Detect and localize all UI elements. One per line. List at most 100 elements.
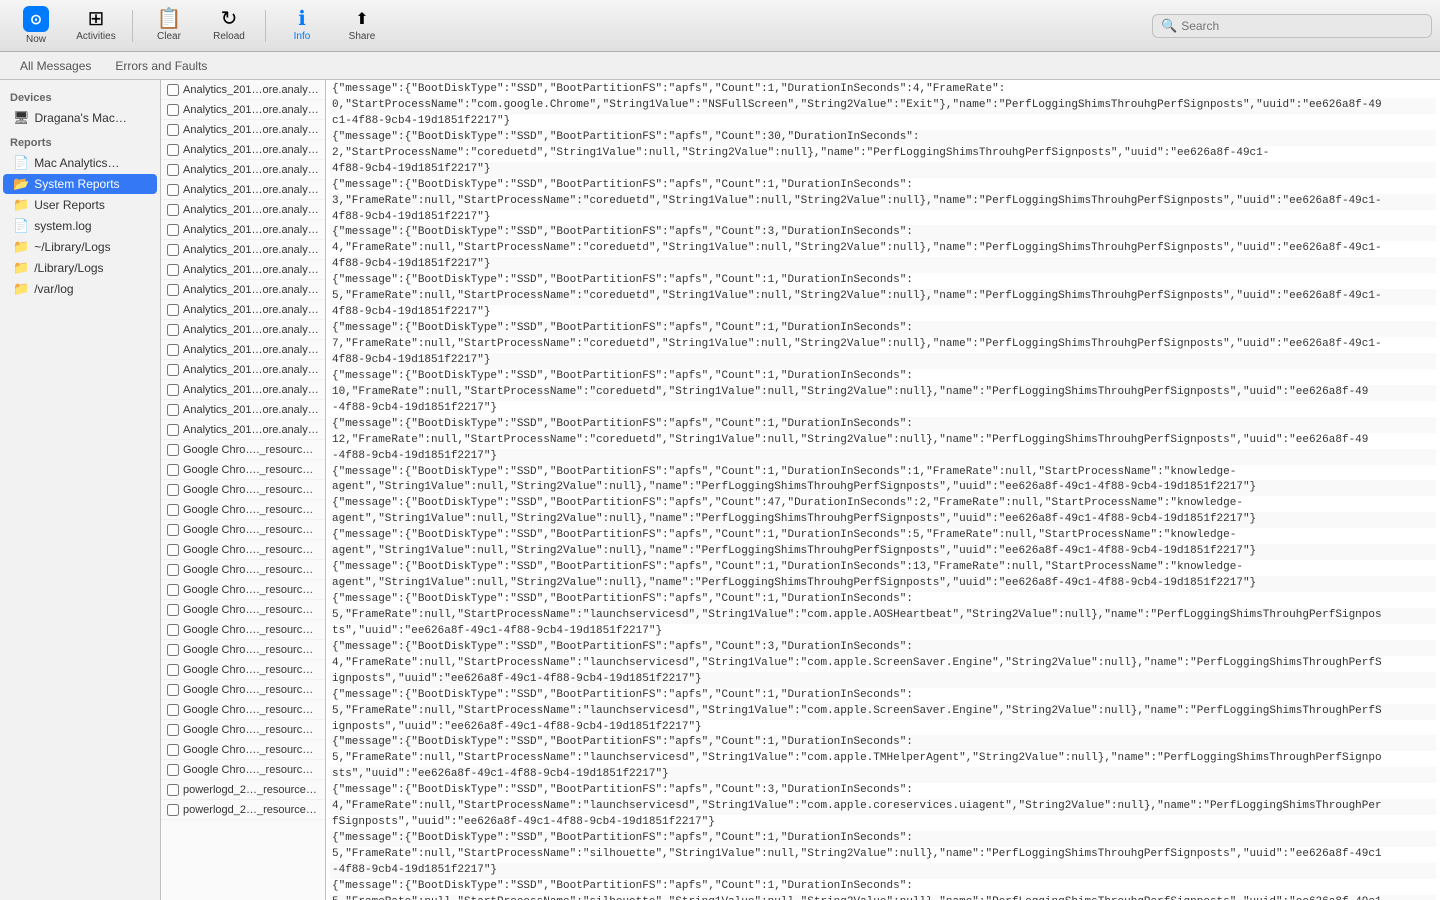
- sidebar-item-system-log[interactable]: 📄 system.log: [3, 216, 157, 236]
- file-row[interactable]: Analytics_201…ore.analytics: [161, 180, 325, 200]
- file-checkbox[interactable]: [167, 164, 179, 176]
- file-row[interactable]: Analytics_201…ore.analytics: [161, 240, 325, 260]
- file-row[interactable]: Analytics_201…ore.analytics: [161, 140, 325, 160]
- file-checkbox[interactable]: [167, 444, 179, 456]
- sidebar-item-var-log[interactable]: 📁 /var/log: [3, 279, 157, 299]
- filter-tab-errors[interactable]: Errors and Faults: [103, 56, 219, 76]
- file-checkbox[interactable]: [167, 804, 179, 816]
- file-row[interactable]: Analytics_201…ore.analytics: [161, 360, 325, 380]
- clear-button[interactable]: 📋 Clear: [141, 4, 197, 48]
- activities-button[interactable]: ⊞ Activities: [68, 4, 124, 48]
- sidebar-item-library-logs-tilde[interactable]: 📁 ~/Library/Logs: [3, 237, 157, 257]
- file-row[interactable]: Analytics_201…ore.analytics: [161, 340, 325, 360]
- file-name: Google Chro…._resource.diag: [183, 604, 319, 616]
- file-row[interactable]: Analytics_201…ore.analytics: [161, 400, 325, 420]
- file-row[interactable]: Analytics_201…ore.analytics: [161, 280, 325, 300]
- file-checkbox[interactable]: [167, 304, 179, 316]
- file-row[interactable]: Google Chro…._resource.diag: [161, 500, 325, 520]
- reload-button[interactable]: ↻ Reload: [201, 4, 257, 48]
- file-checkbox[interactable]: [167, 584, 179, 596]
- file-row[interactable]: Google Chro…._resource.diag: [161, 680, 325, 700]
- file-checkbox[interactable]: [167, 484, 179, 496]
- sidebar-item-system-reports[interactable]: 📂 System Reports: [3, 174, 157, 194]
- file-checkbox[interactable]: [167, 324, 179, 336]
- file-row[interactable]: Google Chro…._resource.diag: [161, 700, 325, 720]
- share-button[interactable]: ⬆ Share: [334, 4, 390, 48]
- file-checkbox[interactable]: [167, 264, 179, 276]
- file-row[interactable]: Google Chro…._resource.diag: [161, 600, 325, 620]
- file-checkbox[interactable]: [167, 464, 179, 476]
- file-checkbox[interactable]: [167, 344, 179, 356]
- file-row[interactable]: Google Chro…._resource.diag: [161, 480, 325, 500]
- file-row[interactable]: Analytics_201…ore.analytics: [161, 220, 325, 240]
- file-checkbox[interactable]: [167, 404, 179, 416]
- file-row[interactable]: Analytics_201…ore.analytics: [161, 200, 325, 220]
- sidebar-item-mac-analytics[interactable]: 📄 Mac Analytics…: [3, 153, 157, 173]
- file-checkbox[interactable]: [167, 184, 179, 196]
- file-row[interactable]: powerlogd_2…_resource.diag: [161, 780, 325, 800]
- file-row[interactable]: Google Chro…._resource.diag: [161, 640, 325, 660]
- file-checkbox[interactable]: [167, 704, 179, 716]
- file-row[interactable]: Analytics_201…ore.analytics: [161, 120, 325, 140]
- file-checkbox[interactable]: [167, 764, 179, 776]
- file-checkbox[interactable]: [167, 224, 179, 236]
- log-line: {"message":{"BootDiskType":"SSD","BootPa…: [330, 225, 1436, 241]
- file-row[interactable]: Google Chro…._resource.diag: [161, 460, 325, 480]
- file-row[interactable]: Analytics_201…ore.analytics: [161, 380, 325, 400]
- file-checkbox[interactable]: [167, 644, 179, 656]
- file-row[interactable]: Google Chro…._resource.diag: [161, 760, 325, 780]
- file-row[interactable]: Analytics_201…ore.analytics: [161, 300, 325, 320]
- file-row[interactable]: Analytics_201…ore.analytics: [161, 420, 325, 440]
- file-checkbox[interactable]: [167, 84, 179, 96]
- log-content-area[interactable]: {"message":{"BootDiskType":"SSD","BootPa…: [326, 80, 1440, 900]
- file-name: Google Chro…._resource.diag: [183, 624, 319, 636]
- file-row[interactable]: Google Chro…._resource.diag: [161, 560, 325, 580]
- file-checkbox[interactable]: [167, 724, 179, 736]
- file-row[interactable]: Analytics_201…ore.analytics: [161, 260, 325, 280]
- file-checkbox[interactable]: [167, 664, 179, 676]
- file-checkbox[interactable]: [167, 124, 179, 136]
- file-row[interactable]: Google Chro…._resource.diag: [161, 620, 325, 640]
- file-name: Analytics_201…ore.analytics: [183, 104, 319, 116]
- file-row[interactable]: Google Chro…._resource.diag: [161, 520, 325, 540]
- now-button[interactable]: ⊙ Now: [8, 4, 64, 48]
- file-checkbox[interactable]: [167, 564, 179, 576]
- sidebar-item-library-logs[interactable]: 📁 /Library/Logs: [3, 258, 157, 278]
- file-checkbox[interactable]: [167, 104, 179, 116]
- search-input[interactable]: [1181, 19, 1423, 33]
- file-checkbox[interactable]: [167, 204, 179, 216]
- file-checkbox[interactable]: [167, 544, 179, 556]
- file-checkbox[interactable]: [167, 784, 179, 796]
- log-line: 10,"FrameRate":null,"StartProcessName":"…: [330, 385, 1436, 401]
- sidebar-item-user-reports[interactable]: 📁 User Reports: [3, 195, 157, 215]
- search-icon: 🔍: [1161, 18, 1177, 34]
- file-name: powerlogd_2…_resource.diag: [183, 804, 319, 816]
- file-checkbox[interactable]: [167, 684, 179, 696]
- file-checkbox[interactable]: [167, 604, 179, 616]
- file-checkbox[interactable]: [167, 384, 179, 396]
- file-row[interactable]: Analytics_201…ore.analytics: [161, 320, 325, 340]
- file-checkbox[interactable]: [167, 244, 179, 256]
- info-button[interactable]: ℹ Info: [274, 4, 330, 48]
- sidebar-item-draganas-mac[interactable]: 🖥 Dragana's Mac…: [3, 108, 157, 128]
- file-checkbox[interactable]: [167, 284, 179, 296]
- file-checkbox[interactable]: [167, 744, 179, 756]
- file-row[interactable]: Analytics_201…ore.analytics: [161, 160, 325, 180]
- file-row[interactable]: powerlogd_2…_resource.diag: [161, 800, 325, 820]
- filter-tab-all[interactable]: All Messages: [8, 56, 103, 76]
- file-checkbox[interactable]: [167, 524, 179, 536]
- file-row[interactable]: Google Chro…._resource.diag: [161, 440, 325, 460]
- file-checkbox[interactable]: [167, 504, 179, 516]
- log-line: 4f88-9cb4-19d1851f2217"}: [330, 305, 1436, 321]
- file-row[interactable]: Google Chro…._resource.diag: [161, 740, 325, 760]
- file-checkbox[interactable]: [167, 144, 179, 156]
- file-row[interactable]: Google Chro…._resource.diag: [161, 720, 325, 740]
- file-row[interactable]: Analytics_201…ore.analytics: [161, 100, 325, 120]
- file-checkbox[interactable]: [167, 364, 179, 376]
- file-row[interactable]: Google Chro…._resource.diag: [161, 540, 325, 560]
- file-row[interactable]: Google Chro…._resource.diag: [161, 660, 325, 680]
- file-row[interactable]: Analytics_201…ore.analytics: [161, 80, 325, 100]
- file-checkbox[interactable]: [167, 624, 179, 636]
- file-checkbox[interactable]: [167, 424, 179, 436]
- file-row[interactable]: Google Chro…._resource.diag: [161, 580, 325, 600]
